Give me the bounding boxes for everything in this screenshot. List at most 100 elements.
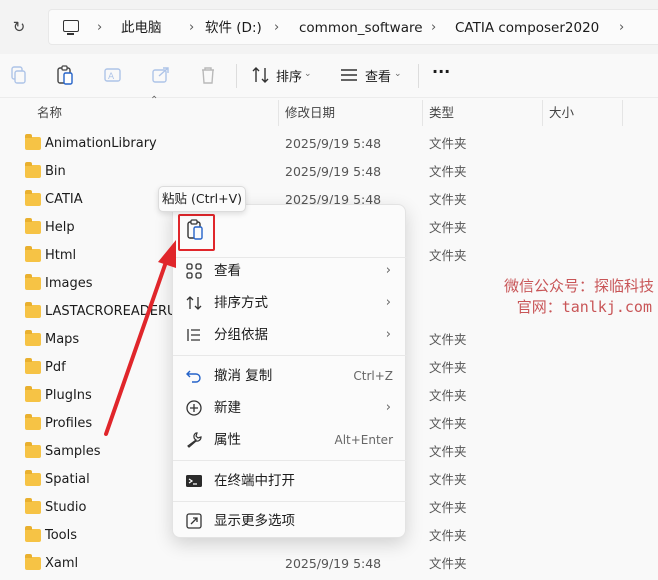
address-bar-area: ↻ › 此电脑 › 软件 (D:) › common_software › CA…	[0, 0, 658, 54]
file-name: Maps	[45, 332, 80, 347]
chevron-right-icon[interactable]: ›	[274, 10, 279, 46]
breadcrumb-item[interactable]: CATIA composer2020	[455, 10, 599, 46]
file-date: 2025/9/19 5:48	[285, 556, 382, 571]
chevron-right-icon[interactable]: ›	[97, 10, 102, 46]
menu-item-label: 在终端中打开	[214, 473, 295, 489]
file-name: AnimationLibrary	[45, 136, 157, 151]
grid-icon	[186, 263, 202, 279]
file-name: Spatial	[45, 472, 90, 487]
sort-button[interactable]: 排序	[276, 66, 302, 85]
view-button[interactable]: 查看	[365, 66, 391, 85]
file-name: Studio	[45, 500, 87, 515]
chevron-down-icon[interactable]: ⌄	[394, 69, 402, 79]
chevron-right-icon[interactable]: ›	[431, 10, 436, 46]
file-name: Samples	[45, 444, 101, 459]
folder-icon	[25, 218, 41, 234]
file-name: PlugIns	[45, 388, 92, 403]
chevron-right-icon: ›	[385, 295, 391, 310]
sort-icon[interactable]	[250, 64, 272, 86]
menu-divider	[173, 355, 407, 356]
menu-item-show-more-options[interactable]: 显示更多选项	[173, 505, 407, 537]
file-type: 文件夹	[429, 444, 467, 459]
column-divider[interactable]	[622, 100, 623, 126]
file-type: 文件夹	[429, 500, 467, 515]
menu-item-label: 显示更多选项	[214, 513, 295, 529]
column-divider[interactable]	[542, 100, 543, 126]
folder-icon	[25, 246, 41, 262]
copy-icon[interactable]	[7, 64, 29, 86]
file-name: Xaml	[45, 556, 79, 571]
divider	[236, 64, 237, 88]
file-name: CATIA	[45, 192, 83, 207]
file-date: 2025/9/19 5:48	[285, 136, 382, 151]
menu-item-undo[interactable]: 撤消 复制 Ctrl+Z	[173, 360, 407, 392]
menu-item-open-terminal[interactable]: 在终端中打开	[173, 465, 407, 497]
file-type: 文件夹	[429, 192, 467, 207]
chevron-right-icon[interactable]: ›	[189, 10, 194, 46]
column-header-date[interactable]: 修改日期	[285, 100, 335, 126]
chevron-right-icon: ›	[385, 263, 391, 278]
plus-circle-icon	[186, 400, 202, 416]
menu-item-shortcut: Ctrl+Z	[353, 369, 393, 383]
file-row[interactable]: Bin 2025/9/19 5:48 文件夹	[0, 158, 658, 186]
menu-item-label: 新建	[214, 400, 241, 416]
column-header-name[interactable]: 名称	[37, 100, 62, 126]
sort-caret-icon: ⌃	[150, 95, 159, 106]
more-options-icon[interactable]: ···	[432, 62, 450, 81]
menu-item-shortcut: Alt+Enter	[334, 433, 393, 447]
menu-item-label: 分组依据	[214, 327, 268, 343]
folder-icon	[25, 190, 41, 206]
file-name: Images	[45, 276, 93, 291]
folder-icon	[25, 274, 41, 290]
watermark-line: 官网：tanlkj.com	[516, 298, 652, 316]
file-name: Help	[45, 220, 75, 235]
column-divider[interactable]	[278, 100, 279, 126]
file-name: Tools	[45, 528, 78, 543]
breadcrumb[interactable]: › 此电脑 › 软件 (D:) › common_software › CATI…	[48, 9, 658, 45]
folder-icon	[25, 498, 41, 514]
breadcrumb-item[interactable]: common_software	[299, 10, 423, 46]
terminal-icon	[186, 475, 202, 487]
view-icon[interactable]	[338, 64, 360, 86]
file-date: 2025/9/19 5:48	[285, 164, 382, 179]
command-bar: A 排序 ⌄ 查看 ⌄ ···	[0, 54, 658, 98]
file-type: 文件夹	[429, 248, 467, 263]
computer-icon[interactable]	[63, 20, 79, 35]
menu-item-label: 排序方式	[214, 295, 268, 311]
menu-item-sort-by[interactable]: 排序方式 ›	[173, 287, 407, 319]
column-header-type[interactable]: 类型	[429, 100, 454, 126]
breadcrumb-item[interactable]: 软件 (D:)	[205, 10, 262, 46]
undo-icon	[186, 370, 201, 383]
file-row[interactable]: Xaml 2025/9/19 5:48 文件夹	[0, 550, 658, 578]
file-name: Html	[45, 248, 77, 263]
folder-icon	[25, 554, 41, 570]
breadcrumb-item[interactable]: 此电脑	[121, 10, 162, 46]
chevron-down-icon[interactable]: ⌄	[304, 69, 312, 79]
refresh-icon[interactable]: ↻	[10, 18, 28, 36]
watermark-line: 微信公众号：探临科技	[503, 277, 654, 295]
group-icon	[187, 329, 200, 341]
rename-icon[interactable]: A	[102, 64, 124, 86]
file-name: LASTACROREADERUS	[45, 304, 185, 319]
context-menu: 查看 › 排序方式 › 分组依据 › 撤消 复制 Ctrl+Z 新建 › 属性 …	[172, 204, 407, 538]
file-type: 文件夹	[429, 360, 467, 375]
chevron-right-icon: ›	[385, 400, 391, 415]
chevron-right-icon[interactable]: ›	[619, 10, 624, 46]
folder-icon	[25, 162, 41, 178]
share-icon[interactable]	[150, 64, 172, 86]
menu-item-new[interactable]: 新建 ›	[173, 392, 407, 424]
file-row[interactable]: AnimationLibrary 2025/9/19 5:48 文件夹	[0, 130, 658, 158]
sort-icon	[186, 296, 202, 310]
delete-icon[interactable]	[197, 64, 219, 86]
menu-item-label: 撤消 复制	[214, 368, 273, 384]
column-divider[interactable]	[422, 100, 423, 126]
menu-item-view[interactable]: 查看 ›	[173, 255, 407, 287]
paste-tooltip: 粘贴 (Ctrl+V)	[158, 186, 246, 212]
menu-item-properties[interactable]: 属性 Alt+Enter	[173, 424, 407, 456]
folder-icon	[25, 470, 41, 486]
file-type: 文件夹	[429, 164, 467, 179]
menu-item-group-by[interactable]: 分组依据 ›	[173, 319, 407, 351]
paste-icon[interactable]	[186, 219, 206, 241]
paste-icon[interactable]	[54, 64, 76, 86]
column-header-size[interactable]: 大小	[549, 100, 574, 126]
